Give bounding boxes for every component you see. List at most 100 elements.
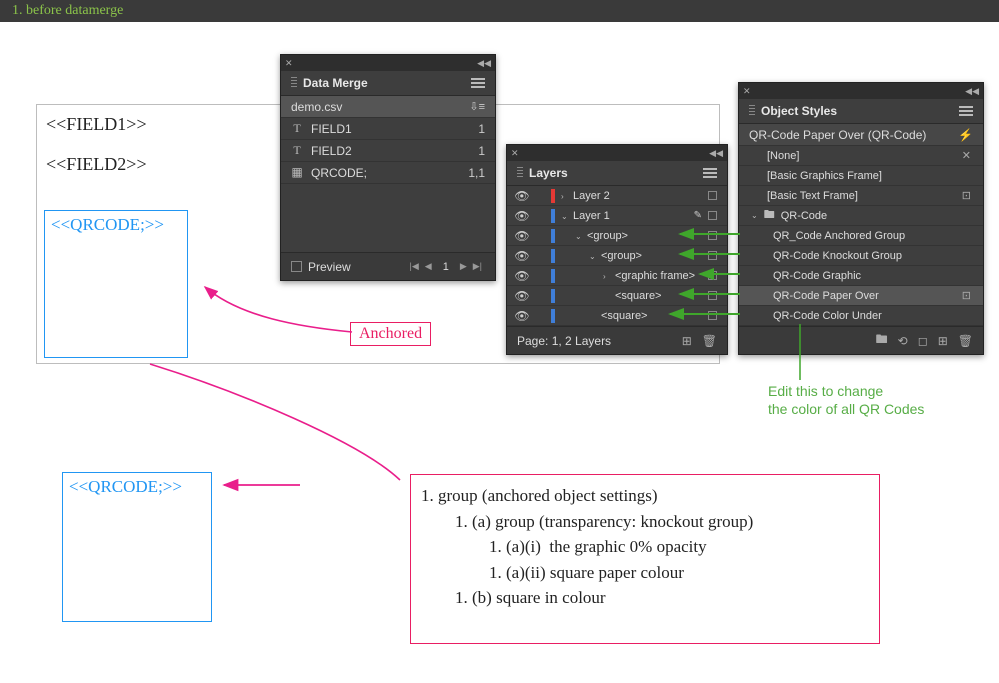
field-name: FIELD1 (311, 122, 478, 136)
data-merge-header[interactable]: Data Merge (281, 71, 495, 96)
collapse-icon[interactable]: ◀◀ (709, 148, 723, 159)
field2-placeholder: <<FIELD2>> (46, 154, 147, 175)
style-row[interactable]: [None] ✕ (739, 146, 983, 166)
disclosure-icon[interactable]: › (603, 272, 611, 281)
style-name: QR-Code Paper Over (751, 290, 962, 302)
qrcode-frame-anchored[interactable]: <<QRCODE;>> (44, 210, 188, 358)
layers-header[interactable]: Layers (507, 161, 727, 186)
panel-tabstrip[interactable]: ✕ ◀◀ (507, 145, 727, 161)
last-page-button[interactable]: ▶| (470, 261, 485, 272)
qrcode-frame-copy[interactable]: <<QRCODE;>> (62, 472, 212, 622)
select-box[interactable] (708, 191, 717, 200)
layers-summary: Page: 1, 2 Layers (517, 334, 611, 348)
layer-row[interactable]: 👁 <square> (507, 286, 727, 306)
visibility-icon[interactable]: 👁 (513, 249, 531, 263)
qrcode-type-icon: ▦ (291, 165, 303, 180)
canvas: <<FIELD1>> <<FIELD2>> <<QRCODE;>> Anchor… (0, 22, 999, 661)
layer-name: Layer 1 (573, 210, 694, 222)
visibility-icon[interactable]: 👁 (513, 269, 531, 283)
style-name: QR_Code Anchored Group (751, 230, 971, 242)
layer-name: <group> (587, 230, 708, 242)
edit-icon: ✎ (694, 210, 702, 221)
style-name: QR-Code Knockout Group (751, 250, 971, 262)
layers-panel: ✕ ◀◀ Layers 👁 › Layer 2 👁 ⌄ Layer 1 ✎ 👁 … (506, 144, 728, 355)
data-merge-field-row[interactable]: T FIELD2 1 (281, 140, 495, 162)
close-icon[interactable]: ✕ (743, 86, 751, 97)
select-box[interactable] (708, 291, 717, 300)
close-icon[interactable]: ✕ (511, 148, 519, 159)
disclosure-icon[interactable]: ⌄ (589, 252, 597, 261)
style-row[interactable]: [Basic Graphics Frame] (739, 166, 983, 186)
layer-row[interactable]: 👁 ⌄ <group> (507, 226, 727, 246)
object-styles-header[interactable]: Object Styles (739, 99, 983, 124)
data-merge-field-row[interactable]: ▦ QRCODE; 1,1 (281, 162, 495, 184)
delete-style-icon[interactable]: 🗑 (958, 334, 973, 348)
visibility-icon[interactable]: 👁 (513, 189, 531, 203)
field-count: 1 (478, 144, 485, 158)
delete-layer-icon[interactable]: 🗑 (702, 334, 717, 348)
disclosure-icon[interactable]: ⌄ (751, 211, 758, 220)
style-row[interactable]: QR-Code Knockout Group (739, 246, 983, 266)
disclosure-icon[interactable]: › (561, 192, 569, 201)
panel-menu-icon[interactable] (959, 106, 973, 116)
explain-l5: 1. (b) square in colour (421, 585, 869, 611)
clear-override-icon[interactable]: ⟲ (898, 334, 908, 348)
layer-row[interactable]: 👁 ⌄ <group> (507, 246, 727, 266)
visibility-icon[interactable]: 👁 (513, 229, 531, 243)
collapse-icon[interactable]: ◀◀ (965, 86, 979, 97)
style-row[interactable]: QR_Code Anchored Group (739, 226, 983, 246)
lightning-icon[interactable]: ⚡ (958, 128, 973, 142)
panel-tabstrip[interactable]: ✕ ◀◀ (281, 55, 495, 71)
layers-title: Layers (529, 166, 568, 180)
prev-page-button[interactable]: ◀ (422, 261, 435, 272)
style-row[interactable]: QR-Code Color Under (739, 306, 983, 326)
first-page-button[interactable]: |◀ (407, 261, 422, 272)
panel-menu-icon[interactable] (703, 168, 717, 178)
data-merge-file-row[interactable]: demo.csv ⇩≡ (281, 96, 495, 118)
style-name: QR-Code Graphic (751, 270, 971, 282)
link-icon[interactable]: ⇩≡ (469, 100, 485, 113)
select-box[interactable] (708, 211, 717, 220)
style-row[interactable]: [Basic Text Frame] ⊡ (739, 186, 983, 206)
style-row-selected[interactable]: QR-Code Paper Over ⊡ (739, 286, 983, 306)
collapse-icon[interactable]: ◀◀ (477, 58, 491, 69)
field-count: 1,1 (468, 166, 485, 180)
panel-menu-icon[interactable] (471, 78, 485, 88)
new-layer-icon[interactable]: ⊞ (682, 334, 692, 348)
page-number[interactable]: 1 (435, 261, 457, 273)
style-name: QR-Code (781, 210, 971, 222)
layer-row[interactable]: 👁 › <graphic frame> (507, 266, 727, 286)
select-box[interactable] (708, 231, 717, 240)
disclosure-icon[interactable]: ⌄ (561, 212, 569, 221)
panel-tabstrip[interactable]: ✕ ◀◀ (739, 83, 983, 99)
current-style-row[interactable]: QR-Code Paper Over (QR-Code) ⚡ (739, 124, 983, 146)
visibility-icon[interactable]: 👁 (513, 289, 531, 303)
object-styles-footer: 🖿 ⟲ ◻ ⊞ 🗑 (739, 326, 983, 354)
data-merge-field-row[interactable]: T FIELD1 1 (281, 118, 495, 140)
field-name: FIELD2 (311, 144, 478, 158)
visibility-icon[interactable]: 👁 (513, 309, 531, 323)
style-name: QR-Code Color Under (751, 310, 971, 322)
style-row[interactable]: QR-Code Graphic (739, 266, 983, 286)
object-styles-panel: ✕ ◀◀ Object Styles QR-Code Paper Over (Q… (738, 82, 984, 355)
style-folder-row[interactable]: ⌄ 🖿 QR-Code (739, 206, 983, 226)
visibility-icon[interactable]: 👁 (513, 209, 531, 223)
frame-icon: ⊡ (962, 289, 971, 302)
disclosure-icon[interactable]: ⌄ (575, 232, 583, 241)
select-box[interactable] (708, 311, 717, 320)
break-link-icon[interactable]: ◻ (918, 334, 928, 348)
anchored-label: Anchored (350, 322, 431, 346)
preview-checkbox[interactable] (291, 261, 302, 272)
new-style-icon[interactable]: ⊞ (938, 334, 948, 348)
folder-icon[interactable]: 🖿 (876, 330, 888, 351)
select-box[interactable] (708, 271, 717, 280)
text-type-icon: T (291, 121, 303, 136)
select-box[interactable] (708, 251, 717, 260)
close-icon[interactable]: ✕ (285, 58, 293, 69)
layer-row[interactable]: 👁 <square> (507, 306, 727, 326)
layer-row[interactable]: 👁 ⌄ Layer 1 ✎ (507, 206, 727, 226)
layer-row[interactable]: 👁 › Layer 2 (507, 186, 727, 206)
data-merge-title: Data Merge (303, 76, 368, 90)
field-count: 1 (478, 122, 485, 136)
next-page-button[interactable]: ▶ (457, 261, 470, 272)
